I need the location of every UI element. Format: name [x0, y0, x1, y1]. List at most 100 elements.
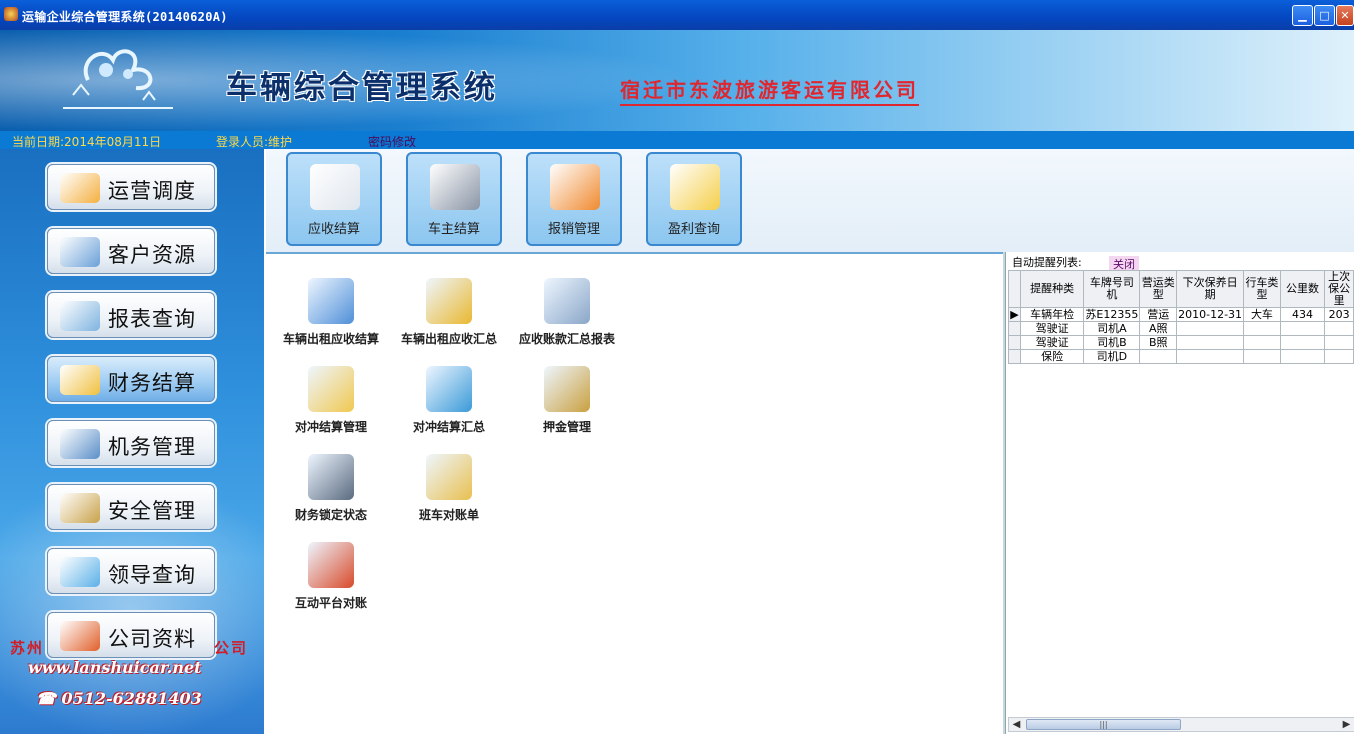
- horizontal-scrollbar[interactable]: ◀ ||| ▶: [1008, 717, 1354, 732]
- function-item-8[interactable]: 班车对账单: [394, 454, 504, 523]
- table-cell: 驾驶证: [1019, 321, 1085, 336]
- function-item-2[interactable]: 车辆出租应收汇总: [394, 278, 504, 347]
- table-cell: [1279, 335, 1326, 350]
- table-cell: [1176, 349, 1245, 364]
- table-cell: 车辆年检: [1019, 307, 1085, 322]
- change-password-link[interactable]: 密码修改: [368, 133, 416, 150]
- sidebar-item-label: 运营调度: [108, 179, 196, 203]
- current-date: 当前日期:2014年08月11日: [12, 135, 162, 149]
- table-cell: A照: [1139, 321, 1178, 336]
- reminder-table: 提醒种类 车牌号司机 营运类型 下次保养日期 行车类型 公里数 上次保公里 ▶ 车辆年检 苏E1…: [1008, 270, 1354, 364]
- window-titlebar: 运输企业综合管理系统(20140620A) ▁ □ ✕: [0, 0, 1354, 30]
- column-header[interactable]: 车牌号司机: [1083, 270, 1141, 308]
- sidebar-item-4[interactable]: 财务结算: [47, 356, 215, 402]
- table-cell: [1324, 321, 1354, 336]
- function-item-3[interactable]: 应收账款汇总报表: [512, 278, 622, 347]
- table-cell: 保险: [1019, 349, 1085, 364]
- table-cell: [1176, 335, 1245, 350]
- cube-icon: [60, 429, 100, 459]
- row-indicator: [1008, 321, 1021, 336]
- function-item-9[interactable]: 互动平台对账: [276, 542, 386, 611]
- toolbar-button-label: 盈利查询: [667, 222, 720, 237]
- column-header[interactable]: 行车类型: [1243, 270, 1281, 308]
- current-row-arrow-icon: ▶: [1008, 307, 1021, 322]
- table-cell: 司机A: [1083, 321, 1141, 336]
- maximize-button[interactable]: □: [1314, 5, 1335, 26]
- table-cell: 司机D: [1083, 349, 1141, 364]
- function-label: 押金管理: [542, 420, 591, 434]
- table-cell: [1279, 321, 1326, 336]
- computer-icon: [544, 278, 590, 324]
- sidebar-item-5[interactable]: 机务管理: [47, 420, 215, 466]
- company-name: 宿迁市东波旅游客运有限公司: [620, 74, 919, 106]
- folder-icon: [60, 493, 100, 523]
- column-header[interactable]: 提醒种类: [1019, 270, 1085, 308]
- column-header[interactable]: 下次保养日期: [1176, 270, 1245, 308]
- toolbar-button-1[interactable]: 应收结算: [286, 152, 382, 246]
- function-item-6[interactable]: 押金管理: [512, 366, 622, 435]
- card-file-icon: [550, 164, 600, 210]
- sidebar-item-1[interactable]: 运营调度: [47, 164, 215, 210]
- table-row[interactable]: ▶ 车辆年检 苏E12355 营运 2010-12-31 大车 434 203: [1008, 307, 1354, 322]
- table-row[interactable]: 驾驶证 司机B B照: [1008, 335, 1354, 350]
- folder-tab-icon: [544, 366, 590, 412]
- profit-chart-icon: [670, 164, 720, 210]
- toolbar-button-4[interactable]: 盈利查询: [646, 152, 742, 246]
- table-cell: 驾驶证: [1019, 335, 1085, 350]
- sidebar-item-label: 安全管理: [108, 499, 196, 523]
- row-indicator-header: [1008, 270, 1021, 308]
- reminder-header: 自动提醒列表: 关闭: [1006, 252, 1354, 272]
- column-header[interactable]: 上次保公里: [1324, 270, 1354, 308]
- hammer-folder-icon: [426, 454, 472, 500]
- table-cell: [1139, 349, 1178, 364]
- function-label: 财务锁定状态: [294, 508, 367, 522]
- finder-doc-icon: [308, 278, 354, 324]
- globe-search-icon: [60, 557, 100, 587]
- system-title: 车辆综合管理系统: [226, 70, 498, 106]
- sidebar-item-label: 领导查询: [108, 563, 196, 587]
- table-cell: 苏E12355: [1083, 307, 1141, 322]
- scrollbar-thumb[interactable]: |||: [1026, 719, 1181, 730]
- reminder-panel: 自动提醒列表: 关闭 提醒种类 车牌号司机 营运类型 下次保养日期 行车类型 公里数 上次保…: [1005, 252, 1354, 734]
- sidebar-item-label: 机务管理: [108, 435, 196, 459]
- table-cell: 434: [1279, 307, 1326, 322]
- scroll-left-icon[interactable]: ◀: [1009, 718, 1024, 731]
- toolbar-button-3[interactable]: 报销管理: [526, 152, 622, 246]
- table-cell: [1243, 349, 1281, 364]
- magnifier-report-icon: [60, 301, 100, 331]
- clock-folder-icon: [308, 454, 354, 500]
- truck-icon: [60, 173, 100, 203]
- sidebar-item-label: 报表查询: [108, 307, 196, 331]
- sidebar-item-6[interactable]: 安全管理: [47, 484, 215, 530]
- sidebar-item-2[interactable]: 客户资源: [47, 228, 215, 274]
- function-item-1[interactable]: 车辆出租应收结算: [276, 278, 386, 347]
- reminder-title: 自动提醒列表:: [1012, 256, 1082, 269]
- sidebar: 运营调度 客户资源 报表查询 财务结算 机务管理 安全管理 领导查询 公司资料 苏州 公司 ww…: [0, 149, 264, 734]
- toolbar-button-2[interactable]: 车主结算: [406, 152, 502, 246]
- function-item-5[interactable]: 对冲结算汇总: [394, 366, 504, 435]
- login-user: 登录人员:维护: [216, 135, 293, 149]
- minimize-button[interactable]: ▁: [1292, 5, 1313, 26]
- function-label: 互动平台对账: [294, 596, 367, 610]
- sidebar-item-3[interactable]: 报表查询: [47, 292, 215, 338]
- table-cell: 司机B: [1083, 335, 1141, 350]
- scroll-right-icon[interactable]: ▶: [1339, 718, 1354, 731]
- table-row[interactable]: 驾驶证 司机A A照: [1008, 321, 1354, 336]
- close-button[interactable]: ✕: [1336, 5, 1354, 26]
- table-row[interactable]: 保险 司机D: [1008, 349, 1354, 364]
- sidebar-item-7[interactable]: 领导查询: [47, 548, 215, 594]
- app-icon: [4, 7, 18, 21]
- column-header[interactable]: 营运类型: [1139, 270, 1178, 308]
- company-phone: ☎ 0512-62881403: [36, 689, 202, 708]
- function-item-7[interactable]: 财务锁定状态: [276, 454, 386, 523]
- window-title: 运输企业综合管理系统(20140620A): [22, 10, 228, 24]
- sidebar-company-line: 苏州 公司: [10, 639, 249, 657]
- table-cell: [1279, 349, 1326, 364]
- row-indicator: [1008, 335, 1021, 350]
- column-header[interactable]: 公里数: [1279, 270, 1326, 308]
- function-item-4[interactable]: 对冲结算管理: [276, 366, 386, 435]
- company-website: www.lanshuicar.net: [28, 658, 202, 677]
- row-indicator: [1008, 349, 1021, 364]
- contacts-icon: [60, 237, 100, 267]
- table-cell: [1243, 335, 1281, 350]
